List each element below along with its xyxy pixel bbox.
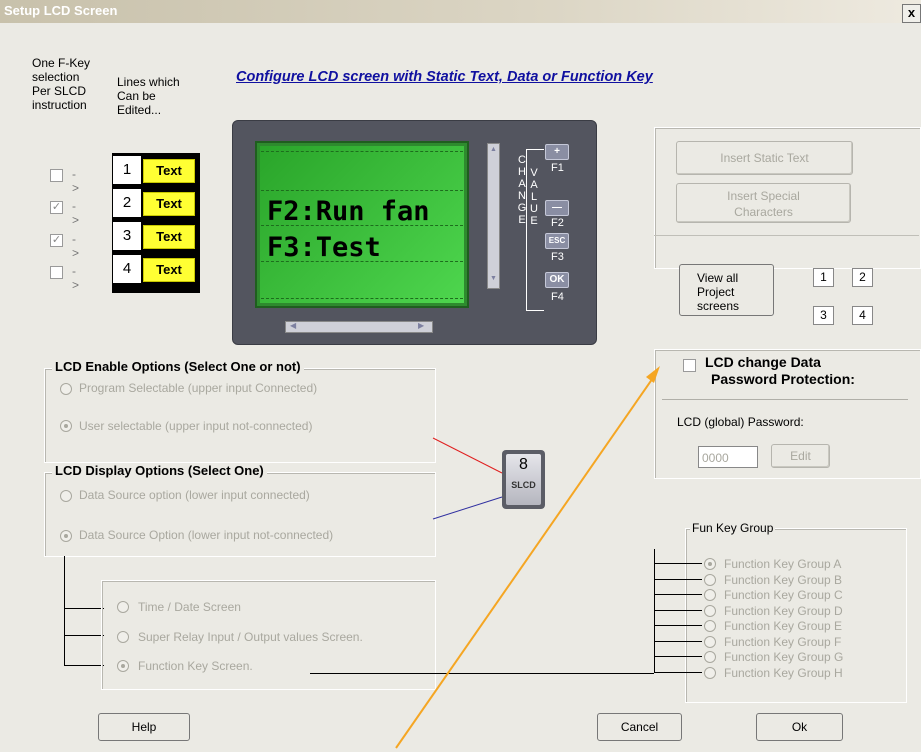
display-option-lower-connected-label: Data Source option (lower input connecte… xyxy=(79,488,310,502)
f2-label: F2 xyxy=(551,217,564,229)
display-option-lower-not-connected-radio[interactable] xyxy=(60,530,72,542)
line-row-2: 2 Text xyxy=(113,189,199,217)
fun-key-group-label: Function Key Group D xyxy=(724,603,843,618)
scroll-left-icon[interactable]: ◀ xyxy=(290,321,296,330)
enable-option-user-label: User selectable (upper input not-connect… xyxy=(79,419,313,433)
lcd-line-2: F2:Run fan xyxy=(267,196,430,227)
value-label: VALUE xyxy=(530,167,538,227)
password-protection-checkbox[interactable] xyxy=(683,359,696,372)
password-edit-button[interactable]: Edit xyxy=(771,444,830,468)
editable-lines-label: Lines which Can be Edited... xyxy=(117,75,180,117)
fun-key-group-label: Function Key Group C xyxy=(724,588,843,602)
screen-4-button[interactable]: 4 xyxy=(852,306,873,325)
f1-plus-button[interactable]: + xyxy=(545,144,569,160)
lcd-horizontal-scrollbar[interactable]: ◀ ▶ xyxy=(285,321,433,333)
enable-options-title: LCD Enable Options (Select One or not) xyxy=(52,359,304,374)
enable-option-program-radio[interactable] xyxy=(60,383,72,395)
fkey-selection-label: One F-Key selection Per SLCD instruction xyxy=(32,56,91,112)
function-key-screen-label: Function Key Screen. xyxy=(138,659,253,673)
display-option-lower-connected-radio[interactable] xyxy=(60,490,72,502)
lcd-screen: F2:Run fan F3:Test xyxy=(255,141,469,308)
fun-key-group-label: Function Key Group H xyxy=(724,665,843,680)
scroll-right-icon[interactable]: ▶ xyxy=(418,321,424,330)
line-row-1: 1 Text xyxy=(113,156,199,184)
fun-key-group-radio[interactable] xyxy=(704,589,716,601)
fun-key-group-radio[interactable] xyxy=(704,573,716,586)
time-date-screen-label: Time / Date Screen xyxy=(138,600,241,614)
fun-key-group-radio[interactable] xyxy=(704,620,716,632)
line-text-button-1[interactable]: Text xyxy=(143,159,195,183)
screen-2-button[interactable]: 2 xyxy=(852,268,873,287)
display-options-group xyxy=(44,472,436,557)
insert-static-text-button[interactable]: Insert Static Text xyxy=(676,141,853,175)
f3-esc-button[interactable]: ESC xyxy=(545,233,569,249)
line-row-4: 4 Text xyxy=(113,255,199,283)
ok-button[interactable]: Ok xyxy=(756,713,843,741)
close-button[interactable]: x xyxy=(902,4,921,23)
display-option-lower-not-connected-label: Data Source Option (lower input not-conn… xyxy=(79,528,334,542)
view-all-project-screens-button[interactable]: View all Project screens xyxy=(679,264,774,316)
lcd-device: F2:Run fan F3:Test ▲ ▼ ◀ ▶ CHANGE VALUE … xyxy=(232,120,597,345)
screen-1-button[interactable]: 1 xyxy=(813,268,834,287)
time-date-screen-radio[interactable] xyxy=(117,601,129,613)
f4-label: F4 xyxy=(551,291,564,303)
password-protection-label: LCD change Data Password Protection: xyxy=(705,354,855,387)
fun-key-group-title: Fun Key Group xyxy=(690,521,776,535)
global-password-label: LCD (global) Password: xyxy=(677,415,804,429)
fun-key-group-radio[interactable] xyxy=(704,604,716,617)
configure-title: Configure LCD screen with Static Text, D… xyxy=(236,69,653,85)
relay-values-screen-label: Super Relay Input / Output values Screen… xyxy=(138,630,363,644)
help-button[interactable]: Help xyxy=(98,713,190,741)
scroll-down-icon[interactable]: ▼ xyxy=(490,275,497,282)
scroll-up-icon[interactable]: ▲ xyxy=(490,146,497,153)
fun-key-group-label: Function Key Group F xyxy=(724,634,842,649)
fun-key-group-label: Function Key Group A xyxy=(724,557,842,571)
enable-option-user-radio[interactable] xyxy=(60,420,72,432)
lcd-line-3: F3:Test xyxy=(267,232,381,263)
fun-key-group-radio[interactable] xyxy=(704,651,716,663)
display-options-title: LCD Display Options (Select One) xyxy=(52,463,267,478)
fun-key-group-label: Function Key Group G xyxy=(724,650,844,664)
line-text-button-4[interactable]: Text xyxy=(143,258,195,282)
line-row-3: 3 Text xyxy=(113,222,199,250)
lcd-vertical-scrollbar[interactable]: ▲ ▼ xyxy=(487,143,500,289)
fun-key-group-list: Function Key Group A Function Key Group B… xyxy=(654,543,904,693)
insert-special-characters-button[interactable]: Insert Special Characters xyxy=(676,183,851,223)
line-text-button-3[interactable]: Text xyxy=(143,225,195,249)
annotation-arrow xyxy=(395,366,660,749)
window-title: Setup LCD Screen xyxy=(4,3,118,18)
fun-key-group-radio[interactable] xyxy=(704,666,716,679)
f1-label: F1 xyxy=(551,162,564,174)
fun-key-group-radio[interactable] xyxy=(704,635,716,648)
f2-minus-button[interactable]: — xyxy=(545,200,569,216)
password-input[interactable]: 0000 xyxy=(698,446,758,468)
fun-key-group-label: Function Key Group B xyxy=(724,572,843,587)
dialog-body: One F-Key selection Per SLCD instruction L… xyxy=(0,23,921,752)
line-text-button-2[interactable]: Text xyxy=(143,192,195,216)
fun-key-group-radio[interactable] xyxy=(704,558,716,570)
function-key-screen-radio[interactable] xyxy=(117,660,129,672)
title-bar[interactable]: Setup LCD Screen x xyxy=(0,0,921,23)
fun-key-group-label: Function Key Group E xyxy=(724,619,843,633)
enable-option-program-label: Program Selectable (upper input Connecte… xyxy=(79,381,318,395)
f3-label: F3 xyxy=(551,251,564,263)
f4-ok-button[interactable]: OK xyxy=(545,272,569,288)
screen-3-button[interactable]: 3 xyxy=(813,306,834,325)
relay-values-screen-radio[interactable] xyxy=(117,631,129,643)
